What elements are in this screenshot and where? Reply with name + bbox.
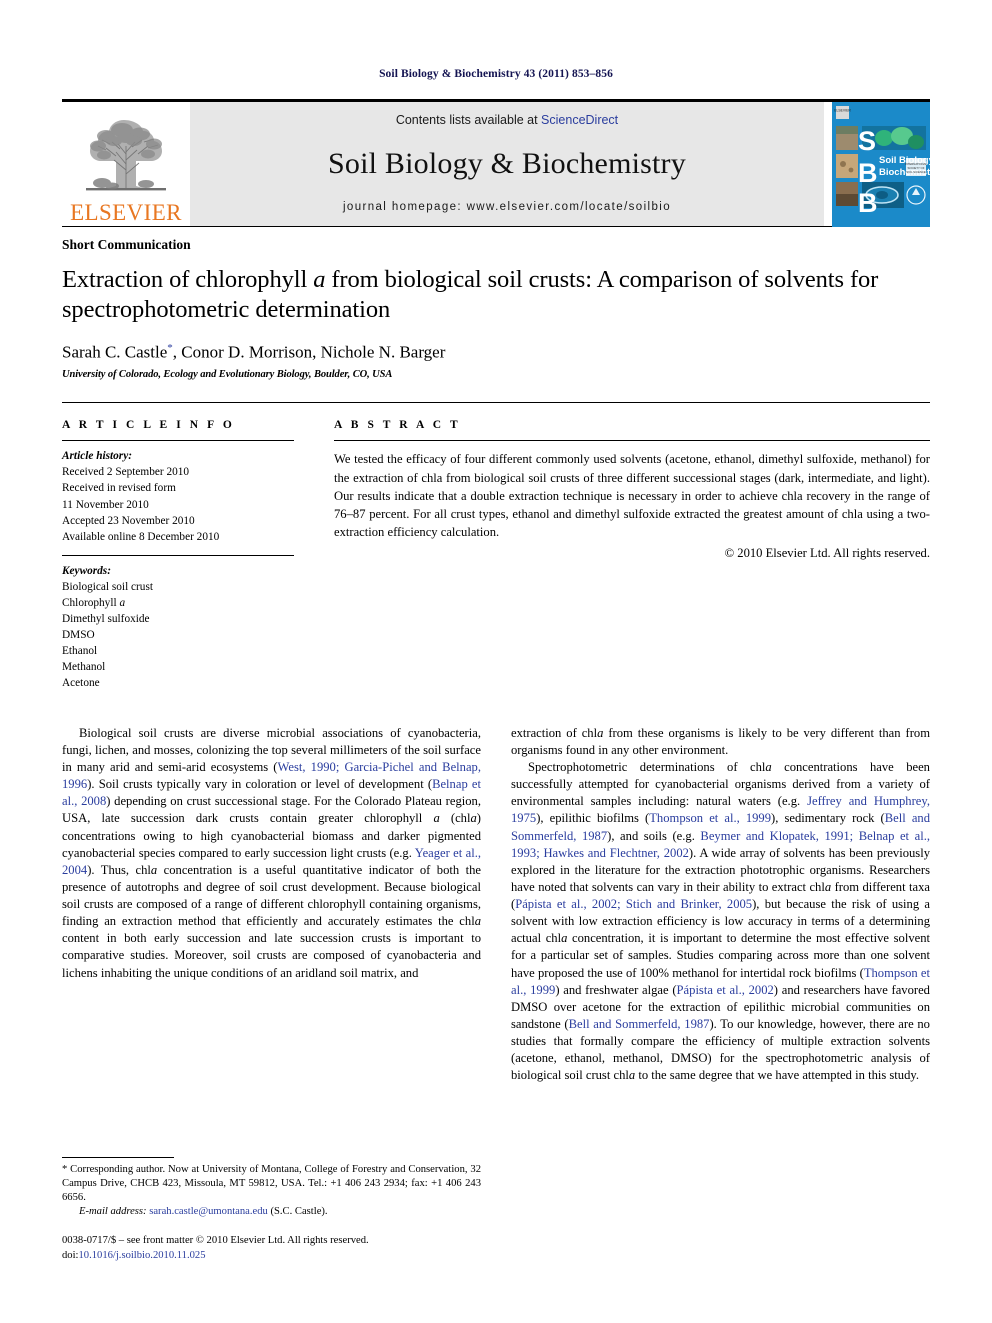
elsevier-wordmark: ELSEVIER <box>70 200 182 225</box>
body-left-column: Biological soil crusts are diverse micro… <box>62 725 481 1085</box>
keywords-label: Keywords: <box>62 564 111 577</box>
sciencedirect-link[interactable]: ScienceDirect <box>541 113 618 127</box>
citation-thompson-1999[interactable]: Thompson et al., 1999 <box>649 811 771 825</box>
contents-available-line: Contents lists available at ScienceDirec… <box>396 113 618 127</box>
masthead-bottom-rule <box>62 226 930 227</box>
article-section-type: Short Communication <box>62 237 191 252</box>
article-info-column: A R T I C L E I N F O Article history: R… <box>62 403 324 690</box>
history-revised-form: Received in revised form <box>62 482 176 495</box>
abstract-text: We tested the efficacy of four different… <box>334 441 930 562</box>
history-revised-date: 11 November 2010 <box>62 498 149 511</box>
author-affiliation: University of Colorado, Ecology and Evol… <box>62 369 393 381</box>
article-page: Soil Biology & Biochemistry 43 (2011) 85… <box>0 0 992 1323</box>
email-owner: (S.C. Castle). <box>270 1206 328 1218</box>
paragraph-intro-2: Spectrophotometric determinations of chl… <box>511 760 931 1083</box>
title-italic-a: a <box>313 266 326 293</box>
journal-band: Contents lists available at ScienceDirec… <box>190 102 824 226</box>
elsevier-tree-icon <box>86 120 166 191</box>
article-info-heading: A R T I C L E I N F O <box>62 419 235 432</box>
footnote-region: * Corresponding author. Now at Universit… <box>62 1157 481 1263</box>
keywords-block: Keywords: Biological soil crust Chloroph… <box>62 556 294 691</box>
citation-belnap-2008[interactable]: Belnap et al., 2008 <box>62 777 481 808</box>
doi-line: doi:10.1016/j.soilbio.2010.11.025 <box>62 1249 481 1263</box>
journal-masthead: ELSEVIER Contents lists available at Sci… <box>62 99 930 227</box>
svg-text:B: B <box>858 188 878 218</box>
svg-text:SOIL SCIENCE: SOIL SCIENCE <box>906 170 926 174</box>
journal-cover-image: ELSEVIER S B B Soil Biol <box>832 101 930 227</box>
corresponding-author-text: * Corresponding author. Now at Universit… <box>62 1164 481 1204</box>
elsevier-logo: ELSEVIER <box>62 102 190 226</box>
issn-line: 0038-0717/$ – see front matter © 2010 El… <box>62 1235 369 1247</box>
article-history-block: Article history: Received 2 September 20… <box>62 441 294 554</box>
author-list: Sarah C. Castle*, Conor D. Morrison, Nic… <box>62 342 930 363</box>
abstract-column: A B S T R A C T We tested the efficacy o… <box>324 403 930 690</box>
article-history-label: Article history: <box>62 450 132 463</box>
keyword-acetone: Acetone <box>62 676 100 689</box>
running-head: Soil Biology & Biochemistry 43 (2011) 85… <box>379 68 613 80</box>
journal-title: Soil Biology & Biochemistry <box>328 147 686 180</box>
issn-copyright-block: 0038-0717/$ – see front matter © 2010 El… <box>62 1234 481 1263</box>
paragraph-intro-1-cont: extraction of chla from these organisms … <box>511 725 930 757</box>
paragraph-intro-1: Biological soil crusts are diverse micro… <box>62 725 481 980</box>
svg-text:ELSEVIER: ELSEVIER <box>834 108 851 112</box>
left-column-text: Biological soil crusts are diverse micro… <box>62 725 481 982</box>
doi-label: doi: <box>62 1249 79 1261</box>
citation-west-1990[interactable]: West, 1990; Garcia-Pichel and Belnap, 19… <box>62 760 481 791</box>
email-address-label: E-mail address: <box>79 1206 147 1218</box>
keyword-dmso: DMSO <box>62 628 95 641</box>
author-first: Sarah C. Castle <box>62 342 168 362</box>
right-column-text: extraction of chla from these organisms … <box>511 725 930 1085</box>
journal-homepage-link[interactable]: journal homepage: www.elsevier.com/locat… <box>343 201 671 213</box>
svg-text:S: S <box>858 126 876 156</box>
citation-bell-1987-b[interactable]: Bell and Sommerfeld, 1987 <box>569 1017 710 1031</box>
email-address-link[interactable]: sarah.castle@umontana.edu <box>149 1206 268 1217</box>
keyword-ethanol: Ethanol <box>62 644 98 657</box>
footnote-rule <box>62 1157 174 1159</box>
page-title: Extraction of chlorophyll a from biologi… <box>62 265 930 325</box>
body-right-column: extraction of chla from these organisms … <box>511 725 930 1085</box>
keyword-chlorophyll-a: Chlorophyll a <box>62 596 126 609</box>
abstract-heading: A B S T R A C T <box>334 419 461 432</box>
email-line: E-mail address: sarah.castle@umontana.ed… <box>62 1205 481 1219</box>
history-available-online: Available online 8 December 2010 <box>62 530 220 543</box>
history-received: Received 2 September 2010 <box>62 466 190 479</box>
title-part-1: Extraction of chlorophyll <box>62 266 314 293</box>
info-abstract-region: A R T I C L E I N F O Article history: R… <box>62 402 930 690</box>
contents-prefix: Contents lists available at <box>395 113 542 127</box>
svg-text:B: B <box>858 158 878 188</box>
keyword-dimethyl-sulfoxide: Dimethyl sulfoxide <box>62 612 150 625</box>
keyword-methanol: Methanol <box>62 660 106 673</box>
body-columns: Biological soil crusts are diverse micro… <box>62 725 930 1085</box>
keyword-biological-soil-crust: Biological soil crust <box>62 580 153 593</box>
abstract-copyright: © 2010 Elsevier Ltd. All rights reserved… <box>724 545 930 560</box>
abstract-paragraph: We tested the efficacy of four different… <box>334 452 930 540</box>
citation-yeager-2004[interactable]: Yeager et al., 2004 <box>62 846 481 877</box>
citation-papista-2002[interactable]: Pápista et al., 2002 <box>677 983 774 997</box>
history-accepted: Accepted 23 November 2010 <box>62 514 195 527</box>
article-history-group: Article history: Received 2 September 20… <box>62 448 294 554</box>
journal-cover-thumbnail[interactable]: ELSEVIER S B B Soil Biol <box>832 101 930 227</box>
doi-link[interactable]: 10.1016/j.soilbio.2010.11.025 <box>78 1250 205 1261</box>
citation-papista-stich[interactable]: Pápista et al., 2002; Stich and Brinker,… <box>515 897 752 911</box>
corresponding-author-note: * Corresponding author. Now at Universit… <box>62 1163 481 1219</box>
author-rest: , Conor D. Morrison, Nichole N. Barger <box>172 342 446 362</box>
